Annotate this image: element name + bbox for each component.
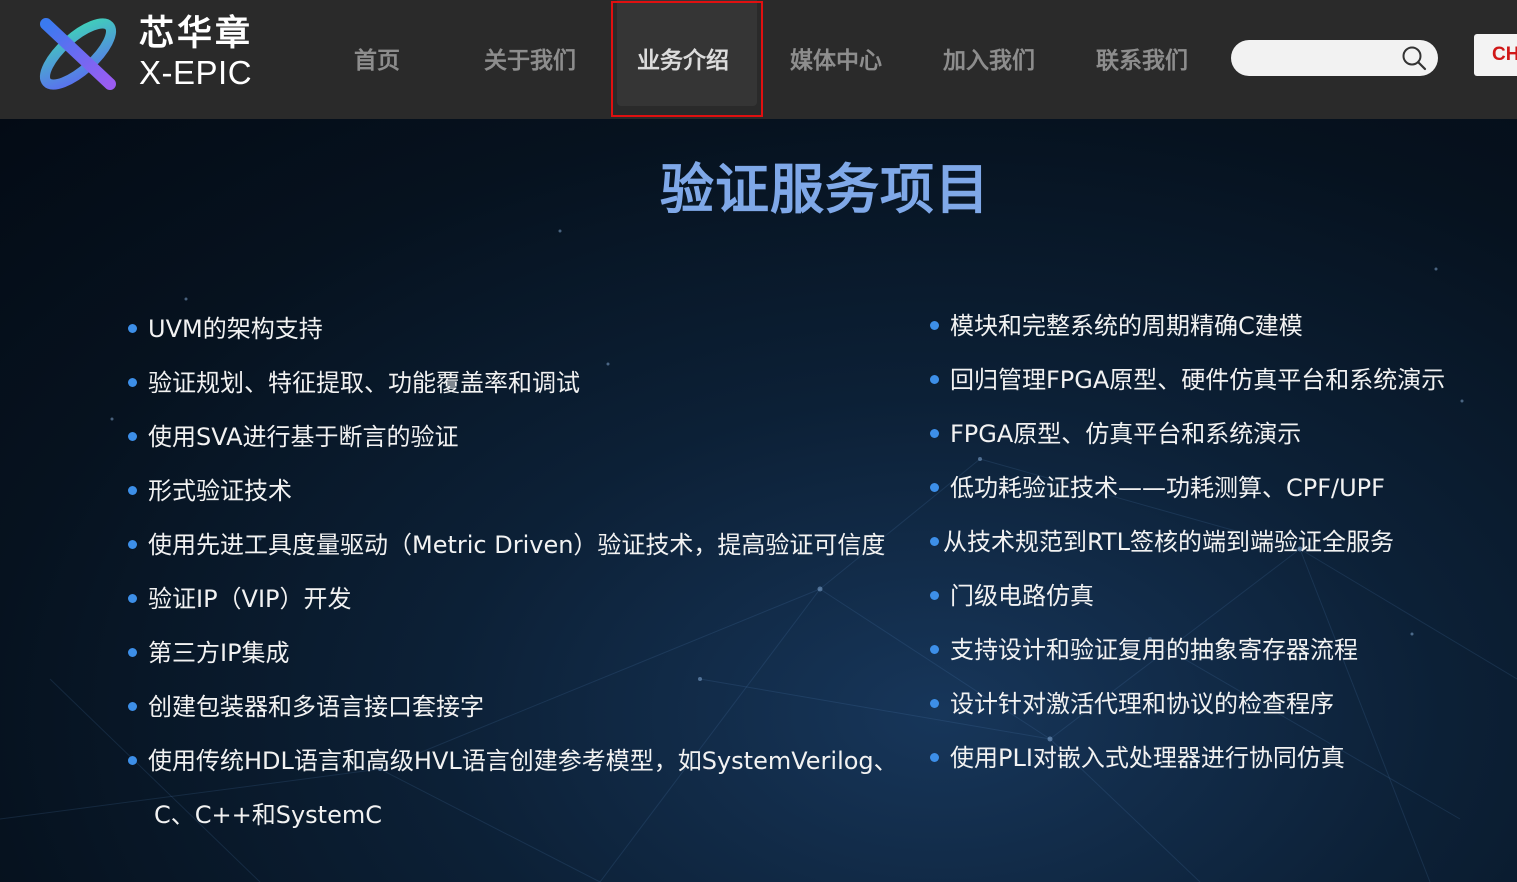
bullet-icon: [930, 752, 939, 762]
language-switch-button[interactable]: CH: [1474, 34, 1517, 76]
right-service-text: 从技术规范到RTL签核的端到端验证全服务: [943, 528, 1394, 556]
left-service-text: 第三方IP集成: [148, 639, 290, 667]
right-service-item: 门级电路仿真: [930, 581, 1094, 611]
language-label: CH: [1492, 44, 1517, 65]
main-content: 验证服务项目 UVM的架构支持 验证规划、特征提取、功能覆盖率和调试 使用SVA…: [0, 119, 1517, 882]
search-input[interactable]: [1247, 46, 1391, 72]
left-service-item: 使用传统HDL语言和高级HVL语言创建参考模型，如SystemVerilog、: [128, 746, 898, 776]
bullet-icon: [128, 593, 137, 603]
page-title: 验证服务项目: [660, 158, 990, 221]
left-service-item: UVM的架构支持: [128, 314, 323, 344]
right-service-text: 模块和完整系统的周期精确C建模: [950, 312, 1303, 340]
left-service-text: 使用先进工具度量驱动（Metric Driven）验证技术，提高验证可信度: [148, 531, 886, 559]
left-service-item: 创建包装器和多语言接口套接字: [128, 692, 484, 722]
nav-item-about[interactable]: 关于我们: [468, 0, 592, 115]
bullet-icon: [930, 536, 939, 546]
right-service-item: 模块和完整系统的周期精确C建模: [930, 311, 1303, 341]
bullet-icon: [128, 431, 137, 441]
right-service-text: 门级电路仿真: [950, 582, 1094, 610]
nav-item-media[interactable]: 媒体中心: [774, 0, 898, 115]
bullet-icon: [128, 323, 137, 333]
bullet-icon: [128, 647, 137, 657]
search-box: [1231, 40, 1438, 76]
bullet-icon: [128, 701, 137, 711]
logo-text-cn[interactable]: 芯华章: [139, 14, 253, 54]
right-service-item: 从技术规范到RTL签核的端到端验证全服务: [930, 527, 1394, 557]
right-service-text: 支持设计和验证复用的抽象寄存器流程: [950, 636, 1358, 664]
right-service-item: 低功耗验证技术——功耗测算、CPF/UPF: [930, 473, 1385, 503]
left-service-text: 使用SVA进行基于断言的验证: [148, 423, 459, 451]
nav-item-contact[interactable]: 联系我们: [1080, 0, 1204, 115]
left-service-text: 创建包装器和多语言接口套接字: [148, 693, 484, 721]
bullet-icon: [930, 590, 939, 600]
right-service-text: 设计针对激活代理和协议的检查程序: [950, 690, 1334, 718]
left-service-text: 使用传统HDL语言和高级HVL语言创建参考模型，如SystemVerilog、: [148, 747, 898, 775]
bullet-icon: [930, 644, 939, 654]
right-service-text: 回归管理FPGA原型、硬件仿真平台和系统演示: [950, 366, 1446, 394]
bullet-icon: [930, 428, 939, 438]
nav-item-business[interactable]: 业务介绍: [621, 0, 745, 115]
bullet-icon: [930, 374, 939, 384]
left-service-item: 使用先进工具度量驱动（Metric Driven）验证技术，提高验证可信度: [128, 530, 885, 560]
search-icon[interactable]: [1400, 44, 1428, 72]
nav-item-join[interactable]: 加入我们: [927, 0, 1051, 115]
right-service-text: FPGA原型、仿真平台和系统演示: [950, 420, 1302, 448]
left-service-item: 形式验证技术: [128, 476, 292, 506]
right-service-text: 使用PLI对嵌入式处理器进行协同仿真: [950, 744, 1345, 772]
left-service-text: UVM的架构支持: [148, 315, 323, 343]
right-service-item: FPGA原型、仿真平台和系统演示: [930, 419, 1301, 449]
logo-text-en[interactable]: X-EPIC: [139, 54, 252, 92]
left-service-item: 验证IP（VIP）开发: [128, 584, 352, 614]
bullet-icon: [128, 377, 137, 387]
right-service-text: 低功耗验证技术——功耗测算、CPF/UPF: [950, 474, 1385, 502]
bullet-icon: [128, 539, 137, 549]
nav-item-home[interactable]: 首页: [315, 0, 439, 115]
site-header: 芯华章 X-EPIC 首页 关于我们 业务介绍 媒体中心 加入我们 联系我们 C…: [0, 0, 1517, 119]
left-service-text: 验证IP（VIP）开发: [148, 585, 352, 613]
bullet-icon: [930, 698, 939, 708]
bullet-icon: [128, 485, 137, 495]
right-service-item: 设计针对激活代理和协议的检查程序: [930, 689, 1334, 719]
right-service-item: 回归管理FPGA原型、硬件仿真平台和系统演示: [930, 365, 1445, 395]
left-service-text: 形式验证技术: [148, 477, 292, 505]
right-service-item: 支持设计和验证复用的抽象寄存器流程: [930, 635, 1358, 665]
bullet-icon: [930, 320, 939, 330]
left-service-item-continuation: C、C++和SystemC: [154, 801, 382, 829]
bullet-icon: [930, 482, 939, 492]
x-epic-logo-icon[interactable]: [34, 14, 122, 94]
right-service-item: 使用PLI对嵌入式处理器进行协同仿真: [930, 743, 1345, 773]
left-service-item: 使用SVA进行基于断言的验证: [128, 422, 459, 452]
bullet-icon: [128, 755, 137, 765]
left-service-text: 验证规划、特征提取、功能覆盖率和调试: [148, 369, 580, 397]
left-service-item: 第三方IP集成: [128, 638, 290, 668]
left-service-item: 验证规划、特征提取、功能覆盖率和调试: [128, 368, 580, 398]
